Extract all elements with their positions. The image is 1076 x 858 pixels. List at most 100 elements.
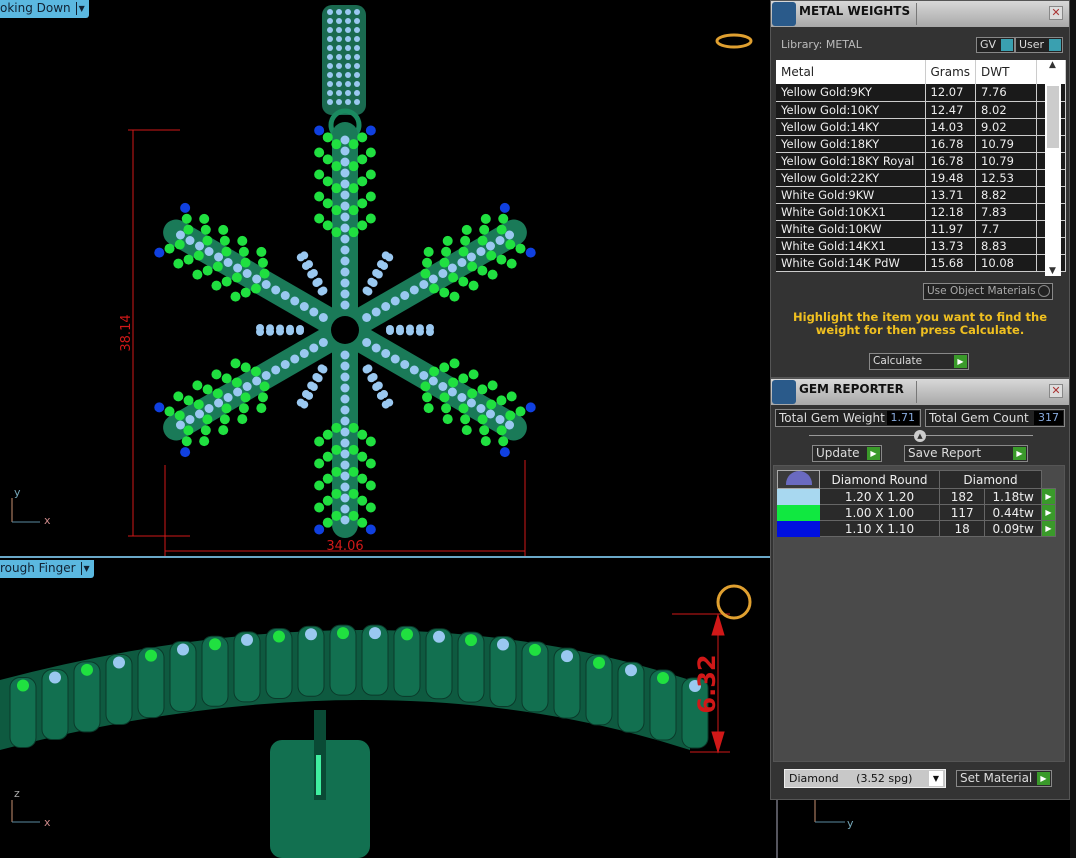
play-icon: ▶ [1013, 447, 1026, 460]
metal-row[interactable]: White Gold:10KX1 12.18 7.83 [776, 203, 1066, 221]
gem-color-swatch [777, 520, 820, 537]
metal-row[interactable]: Yellow Gold:14KY 14.03 9.02 [776, 118, 1066, 136]
panel-title: METAL WEIGHTS [799, 4, 911, 18]
metal-row[interactable]: White Gold:14K PdW 15.68 10.08 [776, 254, 1066, 272]
gem-row[interactable]: 1.10 X 1.10 18 0.09tw ▶ [777, 520, 1056, 537]
chevron-down-icon: ▼ [75, 2, 87, 15]
gem-weight: 1.18tw [984, 488, 1042, 505]
total-gem-count: Total Gem Count 317 [925, 409, 1065, 427]
chevron-down-icon: ▼ [80, 562, 92, 575]
gem-report-icon [772, 380, 796, 404]
metal-cell: 10.08 [975, 254, 1038, 272]
metal-cell: 12.47 [925, 101, 977, 119]
calculate-button[interactable]: Calculate ▶ [869, 353, 969, 370]
gem-row[interactable]: 1.00 X 1.00 117 0.44tw ▶ [777, 504, 1056, 521]
view-label: rough Finger [0, 561, 76, 575]
metal-cell: 13.71 [925, 186, 977, 204]
metal-row[interactable]: White Gold:10KW 11.97 7.7 [776, 220, 1066, 238]
gem-size: 1.20 X 1.20 [819, 488, 940, 505]
metal-row[interactable]: White Gold:9KW 13.71 8.82 [776, 186, 1066, 204]
svg-text:y: y [847, 817, 854, 830]
view-label: oking Down [0, 1, 71, 15]
metal-cell: Yellow Gold:10KY [776, 101, 926, 119]
user-toggle[interactable]: User [1015, 37, 1064, 53]
play-icon[interactable]: ▶ [1041, 504, 1056, 521]
gem-shape-icon [785, 471, 812, 485]
gem-count: 182 [938, 488, 986, 505]
use-object-materials-toggle[interactable]: Use Object Materials [923, 283, 1053, 300]
metal-cell: 13.73 [925, 237, 977, 255]
top-viewport[interactable]: oking Down ▼ 38.14 34.06 y x [0, 0, 770, 558]
metal-cell: 15.68 [925, 254, 977, 272]
snowflake-pendant-render [154, 5, 536, 538]
metal-cell: 12.53 [975, 169, 1038, 187]
metal-table[interactable]: Metal Grams DWT Yellow Gold:9KY 12.07 7.76 Ye… [776, 60, 1066, 272]
bottom-viewport[interactable]: rough Finger ▼ 6.32 z x [0, 560, 770, 858]
panel-title: GEM REPORTER [799, 382, 904, 396]
metal-cell: 9.02 [975, 118, 1038, 136]
metal-cell: Yellow Gold:14KY [776, 118, 926, 136]
gem-color-swatch [777, 504, 820, 521]
metal-cell: Yellow Gold:22KY [776, 169, 926, 187]
metal-row[interactable]: Yellow Gold:10KY 12.47 8.02 [776, 101, 1066, 119]
view-selector-top[interactable]: oking Down ▼ [0, 0, 89, 18]
play-icon: ▶ [867, 447, 880, 460]
metal-cell: White Gold:14KX1 [776, 237, 926, 255]
metal-cell: 16.78 [925, 152, 977, 170]
metal-row[interactable]: White Gold:14KX1 13.73 8.83 [776, 237, 1066, 255]
pendant-side-render [0, 624, 709, 858]
play-icon: ▶ [954, 355, 967, 368]
metal-cell: 8.02 [975, 101, 1038, 119]
scale-icon [772, 2, 796, 26]
metal-cell: 19.48 [925, 169, 977, 187]
play-icon[interactable]: ▶ [1041, 488, 1056, 505]
metal-cell: White Gold:10KX1 [776, 203, 926, 221]
set-material-button[interactable]: Set Material ▶ [956, 770, 1052, 787]
metal-cell: 8.82 [975, 186, 1038, 204]
metal-cell: White Gold:14K PdW [776, 254, 926, 272]
view-selector-bottom[interactable]: rough Finger ▼ [0, 560, 94, 578]
metal-cell: 12.18 [925, 203, 977, 221]
update-button[interactable]: Update ▶ [812, 445, 882, 462]
metal-cell: 12.07 [925, 84, 977, 102]
gem-size: 1.10 X 1.10 [819, 520, 940, 537]
metal-row[interactable]: Yellow Gold:18KY Royal 16.78 10.79 [776, 152, 1066, 170]
gem-row[interactable]: 1.20 X 1.20 182 1.18tw ▶ [777, 488, 1056, 505]
metal-table-scrollbar[interactable]: ▲ ▼ [1045, 60, 1061, 276]
metal-cell: 7.83 [975, 203, 1038, 221]
metal-row[interactable]: Yellow Gold:22KY 19.48 12.53 [776, 169, 1066, 187]
total-gem-weight: Total Gem Weight 1.71 [775, 409, 921, 427]
metal-cell: Yellow Gold:18KY Royal [776, 152, 926, 170]
close-icon[interactable]: ✕ [1049, 384, 1063, 398]
metal-cell: 7.7 [975, 220, 1038, 238]
chevron-down-icon: ▼ [929, 771, 943, 786]
metal-cell: 10.79 [975, 152, 1038, 170]
instructions-text: Highlight the item you want to find the … [793, 310, 1047, 337]
gem-reporter-panel: GEM REPORTER ✕ Total Gem Weight 1.71 Total… [770, 378, 1070, 800]
metal-cell: Yellow Gold:9KY [776, 84, 926, 102]
metal-cell: Yellow Gold:18KY [776, 135, 926, 153]
play-icon: ▶ [1037, 772, 1050, 785]
play-icon[interactable]: ▶ [1041, 520, 1056, 537]
metal-row[interactable]: Yellow Gold:18KY 16.78 10.79 [776, 135, 1066, 153]
gem-weight: 0.44tw [984, 504, 1042, 521]
material-select[interactable]: Diamond (3.52 spg) ▼ [784, 769, 946, 788]
gem-color-swatch [777, 488, 820, 505]
metal-cell: 11.97 [925, 220, 977, 238]
gv-toggle[interactable]: GV [976, 37, 1016, 53]
gem-table[interactable]: Diamond Round Diamond 1.20 X 1.20 182 1.18t… [777, 470, 1056, 537]
gem-count: 18 [938, 520, 986, 537]
gem-count: 117 [938, 504, 986, 521]
metal-cell: 8.83 [975, 237, 1038, 255]
metal-weights-panel: METAL WEIGHTS ✕ Library: METAL GV User Me… [770, 0, 1070, 378]
save-report-button[interactable]: Save Report ▶ [904, 445, 1028, 462]
metal-cell: 7.76 [975, 84, 1038, 102]
metal-cell: 16.78 [925, 135, 977, 153]
metal-cell: White Gold:10KW [776, 220, 926, 238]
library-label: Library: METAL [781, 38, 862, 51]
close-icon[interactable]: ✕ [1049, 6, 1063, 20]
metal-cell: White Gold:9KW [776, 186, 926, 204]
metal-row[interactable]: Yellow Gold:9KY 12.07 7.76 [776, 84, 1066, 102]
gem-weight: 0.09tw [984, 520, 1042, 537]
collapse-handle[interactable]: ▲ [914, 430, 926, 442]
